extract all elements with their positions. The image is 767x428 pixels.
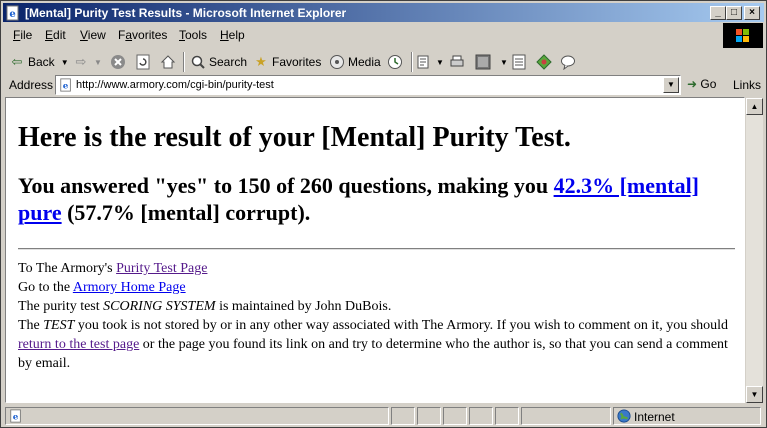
- menu-file[interactable]: File: [13, 28, 32, 42]
- windows-logo-icon: [736, 29, 749, 42]
- title-bar: e [Mental] Purity Test Results - Microso…: [3, 3, 764, 22]
- forward-button[interactable]: ⇨ ▼: [73, 52, 102, 72]
- forward-arrow-icon: ⇨: [75, 54, 87, 69]
- status-panel: [521, 407, 611, 425]
- zone-panel: Internet: [613, 407, 761, 425]
- favorites-button[interactable]: ★ Favorites: [253, 52, 321, 72]
- divider: [18, 248, 735, 250]
- edit-button[interactable]: ▼: [475, 52, 508, 72]
- back-button[interactable]: ⇦ Back ▼: [9, 52, 69, 72]
- standard-toolbar: ⇦ Back ▼ ⇨ ▼ Search ★ Favorites Media ▼ …: [3, 50, 764, 72]
- status-panel: [495, 407, 519, 425]
- chevron-down-icon: ▼: [436, 57, 444, 67]
- window-title: [Mental] Purity Test Results - Microsoft…: [25, 6, 347, 20]
- svg-text:e: e: [63, 82, 69, 92]
- menu-bar: File Edit View Favorites Tools Help: [3, 24, 721, 44]
- scoring-system-line: The purity test SCORING SYSTEM is mainta…: [18, 299, 392, 314]
- footer-text: To The Armory's Purity Test Page Go to t…: [18, 259, 730, 373]
- media-button[interactable]: Media: [329, 52, 381, 72]
- search-icon: [191, 55, 205, 69]
- scroll-down-button[interactable]: ▼: [746, 386, 763, 403]
- links-button[interactable]: Links: [733, 78, 761, 92]
- home-button[interactable]: [160, 52, 179, 72]
- menu-edit[interactable]: Edit: [45, 28, 66, 42]
- messenger-button[interactable]: [560, 52, 579, 72]
- edit-icon: [475, 54, 491, 70]
- globe-icon: [617, 409, 631, 423]
- research-icon: [536, 54, 552, 70]
- status-panel: [417, 407, 441, 425]
- media-icon: [330, 55, 344, 69]
- go-button[interactable]: ➜ Go: [687, 77, 716, 91]
- search-button[interactable]: Search: [190, 52, 247, 72]
- mail-icon: [417, 55, 429, 69]
- favorites-icon: ★: [255, 54, 267, 69]
- address-dropdown-button[interactable]: ▼: [663, 77, 679, 93]
- scroll-up-button[interactable]: ▲: [746, 98, 763, 115]
- menu-tools[interactable]: Tools: [179, 28, 207, 42]
- refresh-icon: [136, 54, 150, 70]
- chevron-down-icon: ▼: [667, 80, 675, 89]
- toolbar-separator: [411, 52, 413, 72]
- maximize-button[interactable]: □: [726, 6, 742, 20]
- minimize-button[interactable]: _: [710, 6, 726, 20]
- return-to-test-link[interactable]: return to the test page: [18, 337, 139, 352]
- minimize-icon: _: [715, 7, 721, 18]
- print-button[interactable]: [449, 52, 468, 72]
- ie-page-icon: e: [6, 5, 19, 21]
- chevron-down-icon: ▼: [94, 57, 102, 67]
- close-button[interactable]: ×: [744, 6, 760, 20]
- go-arrow-icon: ➜: [687, 77, 698, 91]
- stop-icon: [111, 55, 125, 69]
- status-panel: [391, 407, 415, 425]
- status-bar: e Internet: [3, 406, 764, 426]
- maximize-icon: □: [730, 7, 738, 18]
- status-panel-main: e: [5, 407, 389, 425]
- arrow-down-icon: ▼: [750, 390, 759, 399]
- status-panel: [443, 407, 467, 425]
- chevron-down-icon: ▼: [60, 57, 69, 67]
- toolbar-separator: [183, 52, 185, 72]
- vertical-scrollbar[interactable]: ▲ ▼: [746, 98, 763, 403]
- menu-favorites[interactable]: Favorites: [118, 28, 167, 42]
- svg-text:e: e: [13, 413, 19, 423]
- security-zone-label: Internet: [634, 410, 675, 424]
- page-content: Here is the result of your [Mental] Puri…: [5, 97, 745, 403]
- refresh-button[interactable]: [135, 52, 154, 72]
- purity-test-page-line: To The Armory's Purity Test Page: [18, 261, 208, 276]
- address-input[interactable]: e http://www.armory.com/cgi-bin/purity-t…: [55, 75, 681, 95]
- home-page-line: Go to the Armory Home Page: [18, 280, 186, 295]
- discuss-button[interactable]: [511, 52, 530, 72]
- arrow-up-icon: ▲: [750, 102, 759, 111]
- close-icon: ×: [749, 7, 755, 18]
- result-summary: You answered "yes" to 150 of 260 questio…: [18, 173, 700, 225]
- print-icon: [450, 55, 464, 67]
- chevron-down-icon: ▼: [500, 57, 508, 67]
- ie-page-icon: e: [60, 78, 71, 92]
- test-disclaimer: The TEST you took is not stored by or in…: [18, 318, 729, 371]
- stop-button[interactable]: [110, 52, 129, 72]
- page-heading: Here is the result of your [Mental] Puri…: [18, 122, 571, 153]
- browser-window: e [Mental] Purity Test Results - Microso…: [0, 0, 767, 428]
- windows-logo: [723, 23, 763, 48]
- back-arrow-icon: ⇦: [11, 54, 23, 69]
- discuss-icon: [512, 54, 526, 70]
- home-icon: [160, 55, 176, 69]
- mail-button[interactable]: ▼: [417, 52, 444, 72]
- ie-page-icon: e: [10, 409, 21, 423]
- messenger-icon: [561, 55, 575, 70]
- address-bar: Address e http://www.armory.com/cgi-bin/…: [3, 74, 764, 96]
- address-url: http://www.armory.com/cgi-bin/purity-tes…: [76, 79, 274, 91]
- history-button[interactable]: [387, 52, 406, 72]
- history-icon: [388, 55, 402, 69]
- svg-text:e: e: [9, 9, 15, 20]
- menu-help[interactable]: Help: [220, 28, 245, 42]
- address-label: Address: [9, 78, 54, 92]
- armory-home-link[interactable]: Armory Home Page: [73, 280, 186, 295]
- purity-test-page-link[interactable]: Purity Test Page: [116, 261, 207, 276]
- research-button[interactable]: [536, 52, 555, 72]
- menu-view[interactable]: View: [80, 28, 106, 42]
- status-panel: [469, 407, 493, 425]
